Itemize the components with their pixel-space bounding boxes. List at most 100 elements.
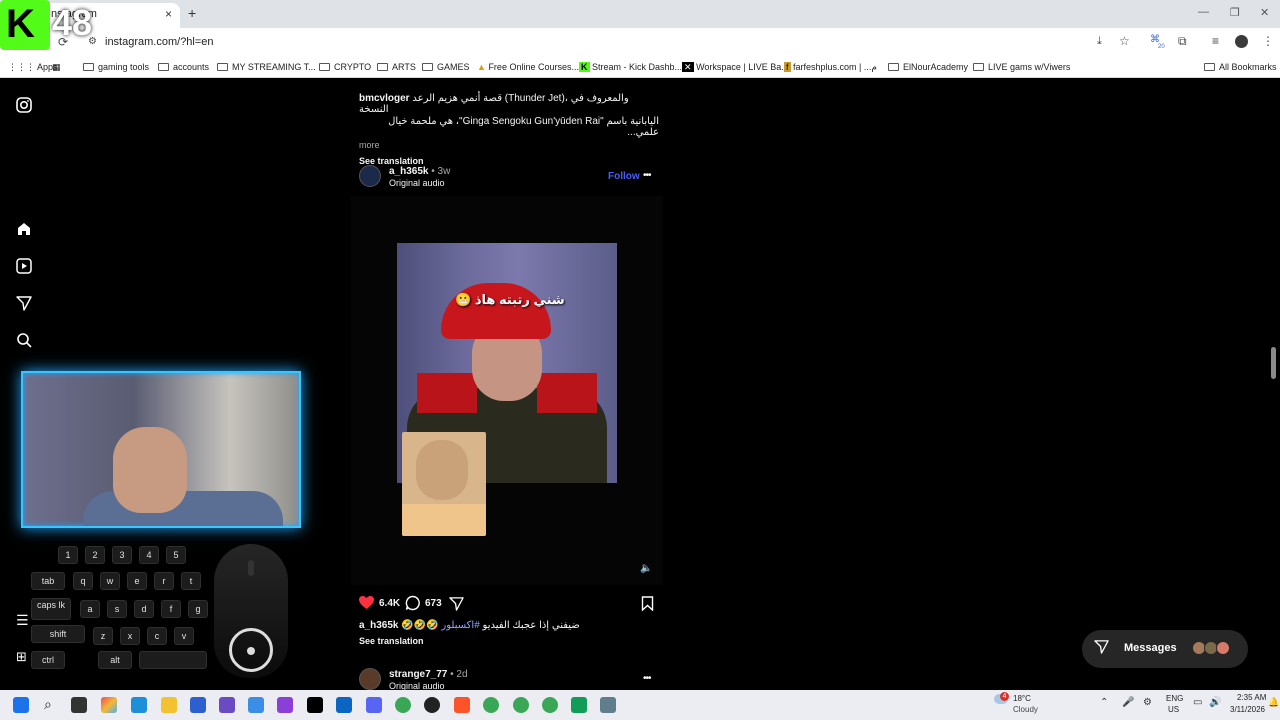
post3-avatar[interactable] — [359, 668, 381, 690]
also-from-meta-icon[interactable]: ⊞ — [16, 649, 27, 665]
instagram-logo-icon[interactable] — [16, 97, 32, 113]
app-icon-3[interactable] — [600, 697, 616, 713]
bookmark-live-games[interactable]: LIVE gams w/Viwers — [973, 62, 1070, 72]
key-q: q — [73, 572, 93, 590]
key-g: g — [188, 600, 208, 618]
clock-date[interactable]: 3/11/2026 — [1230, 705, 1265, 714]
media-control-icon[interactable]: ≡ — [1212, 34, 1219, 48]
bookmark-games[interactable]: GAMES — [422, 62, 470, 72]
all-bookmarks[interactable]: All Bookmarks — [1204, 62, 1277, 72]
install-app-icon[interactable]: ⤓ — [1097, 35, 1102, 48]
monitor-icon[interactable]: ▭ — [1193, 697, 1202, 708]
bookmark-streaming[interactable]: MY STREAMING T... — [217, 62, 316, 72]
mute-icon[interactable]: 🔈 — [640, 563, 652, 574]
lang-primary[interactable]: ENG — [1166, 694, 1183, 703]
x-icon[interactable] — [307, 697, 323, 713]
start-icon[interactable] — [13, 697, 29, 713]
bookmark-accounts[interactable]: accounts — [158, 62, 209, 72]
clock-time[interactable]: 2:35 AM — [1237, 693, 1266, 702]
brave-icon[interactable] — [454, 697, 470, 713]
post2-caption-username[interactable]: a_h365k — [359, 620, 398, 631]
bookmark-kick[interactable]: K Stream - Kick Dashb... — [579, 62, 682, 72]
bookmark-gaming-tools[interactable]: gaming tools — [83, 62, 149, 72]
app-icon-1[interactable] — [248, 697, 264, 713]
store-icon[interactable] — [190, 697, 206, 713]
discord-icon[interactable] — [366, 697, 382, 713]
chrome-icon-4[interactable] — [542, 697, 558, 713]
app-icon-2[interactable] — [571, 697, 587, 713]
post3-options-icon[interactable]: ••• — [643, 673, 651, 684]
volume-icon[interactable]: 🔊 — [1209, 697, 1221, 708]
bookmark-apps[interactable]: ⋮⋮⋮ Apps — [8, 62, 58, 73]
teams-icon[interactable] — [219, 697, 235, 713]
url-field[interactable]: instagram.com/?hl=en — [105, 36, 214, 48]
post2-hashtag[interactable]: #اكسبلور — [441, 620, 479, 631]
key-5: 5 — [166, 546, 186, 564]
bookmark-elnour[interactable]: ElNourAcademy — [888, 62, 968, 72]
post1-caption-line2: اليابانية باسم "Ginga Sengoku Gun'yūden … — [388, 116, 659, 138]
bookmark-star-icon[interactable]: ☆ — [1119, 34, 1130, 48]
post2-follow-button[interactable]: Follow — [608, 171, 640, 182]
maximize-icon[interactable]: ❐ — [1230, 6, 1240, 19]
post1-more-link[interactable]: more — [359, 140, 659, 150]
tab-close-icon[interactable]: × — [165, 7, 172, 21]
linkedin-icon[interactable] — [336, 697, 352, 713]
twitch-icon[interactable] — [277, 697, 293, 713]
key-z: z — [93, 627, 113, 645]
search-icon[interactable] — [16, 332, 32, 348]
bookmark-farfesh[interactable]: f farfeshplus.com | ...م — [784, 62, 877, 73]
more-menu-icon[interactable]: ☰ — [16, 612, 29, 629]
explorer-icon[interactable] — [161, 697, 177, 713]
video-overlay-text: 😬 شني رتبته هاذ — [455, 292, 565, 307]
comment-icon[interactable] — [405, 595, 421, 616]
save-icon[interactable] — [641, 596, 654, 616]
like-count: 6.4K — [379, 598, 401, 609]
puzzle-icon[interactable]: ⧉ — [1178, 34, 1187, 49]
post3-username[interactable]: strange7_77 — [389, 669, 447, 680]
post2-avatar[interactable] — [359, 165, 381, 187]
tray-chevron-icon[interactable]: ⌃ — [1100, 697, 1108, 708]
key-4: 4 — [139, 546, 159, 564]
mic-icon[interactable]: 🎤 — [1122, 697, 1134, 708]
bookmark-workspace[interactable]: ✕ Workspace | LIVE Ba... — [682, 62, 789, 73]
chrome-icon-1[interactable] — [395, 697, 411, 713]
minimize-icon[interactable]: — — [1198, 6, 1209, 18]
key-f: f — [161, 600, 181, 618]
grid-icon[interactable]: ▦ — [52, 62, 61, 73]
messages-button[interactable]: Messages — [1082, 630, 1248, 668]
bookmark-arts[interactable]: ARTS — [377, 62, 416, 72]
webcam-face — [113, 427, 187, 513]
post3-time: • 2d — [450, 669, 468, 680]
chrome-icon-3[interactable] — [513, 697, 529, 713]
menu-icon[interactable]: ⋮ — [1262, 34, 1274, 48]
key-e: e — [127, 572, 147, 590]
share-icon[interactable] — [449, 596, 464, 616]
post2-caption: a_h365k 🤣🤣🤣 ضيفني إذا عجبك الفيديو #اكسب… — [359, 620, 580, 631]
bookmark-crypto[interactable]: CRYPTO — [319, 62, 371, 72]
obs-icon[interactable] — [424, 697, 440, 713]
home-icon[interactable] — [16, 221, 32, 237]
copilot-icon[interactable] — [101, 697, 117, 713]
post2-audio[interactable]: Original audio — [389, 178, 445, 188]
tray-gear-icon[interactable]: ⚙ — [1143, 697, 1152, 708]
like-icon[interactable] — [358, 595, 375, 615]
post1-see-translation[interactable]: See translation — [359, 156, 659, 166]
notification-icon[interactable]: 🔔 — [1268, 697, 1279, 708]
direct-icon[interactable] — [16, 295, 32, 311]
edge-icon[interactable] — [131, 697, 147, 713]
task-view-icon[interactable] — [71, 697, 87, 713]
new-tab-button[interactable]: + — [188, 5, 196, 21]
profile-avatar[interactable] — [1235, 35, 1248, 48]
post1-username[interactable]: bmcvloger — [359, 93, 410, 104]
post2-see-translation[interactable]: See translation — [359, 636, 424, 646]
window-close-icon[interactable]: ✕ — [1260, 6, 1269, 19]
kick-logo: K — [0, 0, 50, 50]
chrome-icon-2[interactable] — [483, 697, 499, 713]
bookmark-courses[interactable]: ▲ Free Online Courses... — [477, 62, 579, 72]
post2-options-icon[interactable]: ••• — [643, 170, 651, 181]
taskbar-search-icon[interactable]: ⌕ — [44, 696, 60, 712]
reels-icon[interactable] — [16, 258, 32, 274]
post2-username[interactable]: a_h365k — [389, 166, 428, 177]
page-scrollbar[interactable] — [1271, 347, 1276, 379]
bookmarks-bar: ⋮⋮⋮ Apps ▦ gaming tools accounts MY STRE… — [0, 56, 1280, 78]
